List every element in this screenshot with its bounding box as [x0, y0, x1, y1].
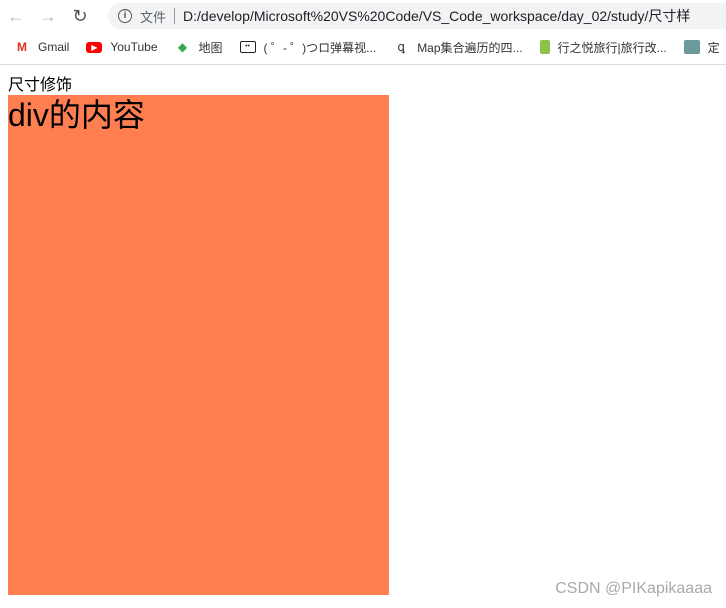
bookmark-icon	[539, 40, 550, 54]
bookmark-icon	[683, 40, 700, 54]
info-icon[interactable]: i	[118, 9, 132, 23]
divider	[0, 64, 726, 65]
bookmark-map-collection[interactable]: ꝗ Map集合遍历的四...	[393, 39, 522, 56]
bookmark-label: 地图	[198, 40, 223, 55]
back-icon[interactable]: ←	[0, 6, 32, 27]
reload-icon[interactable]: ↻	[64, 6, 96, 27]
bookmarks-bar: M Gmail ▶ YouTube ◆ 地图 ••( ゜- ゜)つロ弹幕视... ꝗM…	[0, 36, 726, 58]
bookmark-gmail[interactable]: M Gmail	[14, 40, 69, 54]
bookmark-label: 行之悦旅行|旅行改...	[557, 40, 667, 55]
bilibili-icon: ••	[239, 41, 256, 53]
bookmark-label: ( ゜- ゜)つロ弹幕视...	[263, 40, 377, 55]
youtube-icon: ▶	[86, 41, 103, 53]
maps-icon: ◆	[177, 40, 188, 54]
page-heading: 尺寸修饰	[8, 77, 73, 94]
bookmark-bilibili[interactable]: •• ( ゜- ゜)つロ弹幕视...	[239, 39, 377, 56]
bookmark-label: 定	[707, 40, 720, 55]
bookmark-travel[interactable]: 行之悦旅行|旅行改...	[539, 39, 667, 56]
sized-div: div的内容	[8, 95, 389, 595]
gmail-icon: M	[17, 40, 27, 54]
page-content: 尺寸修饰 div的内容	[8, 76, 389, 595]
bookmark-icon: ꝗ	[397, 40, 405, 54]
bookmark-maps[interactable]: ◆ 地图	[175, 39, 223, 56]
separator	[174, 8, 176, 24]
security-label: 文件	[140, 9, 167, 25]
bookmark-other[interactable]: 定	[683, 39, 720, 56]
forward-icon[interactable]: →	[32, 6, 64, 27]
bookmark-label: Map集合遍历的四...	[417, 40, 523, 55]
url-text[interactable]: D:/develop/Microsoft%20VS%20Code/VS_Code…	[183, 6, 690, 26]
bookmark-label: Gmail	[38, 40, 70, 54]
address-bar[interactable]: i 文件 D:/develop/Microsoft%20VS%20Code/VS…	[108, 3, 726, 29]
bookmark-youtube[interactable]: ▶ YouTube	[86, 40, 158, 54]
watermark: CSDN @PIKapikaaaa	[555, 580, 712, 597]
bookmark-label: YouTube	[110, 40, 158, 54]
